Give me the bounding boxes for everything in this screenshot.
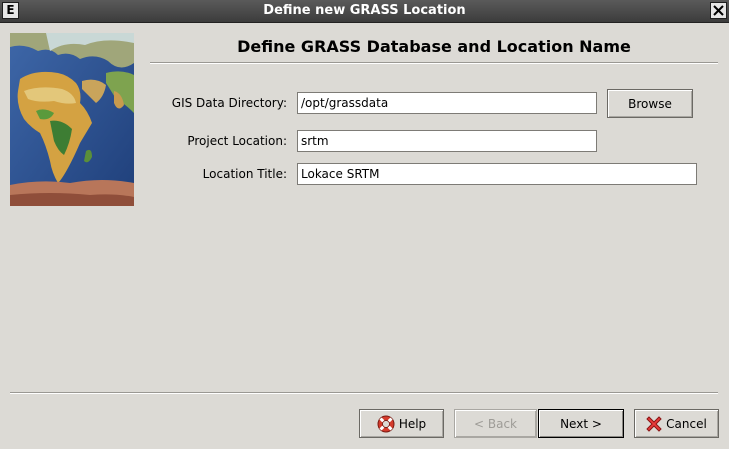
cancel-button-label: Cancel [666,416,707,431]
back-button[interactable]: < Back [454,409,537,438]
project-location-input[interactable] [297,130,597,152]
window-title: Define new GRASS Location [263,3,466,18]
location-title-label: Location Title: [202,167,287,181]
help-button-label: Help [398,416,427,431]
help-button[interactable]: Help [359,409,444,438]
browse-button[interactable]: Browse [607,89,693,118]
project-location-label: Project Location: [187,134,287,148]
close-button[interactable] [710,2,727,19]
cancel-button[interactable]: Cancel [634,409,719,438]
back-button-label: < Back [473,416,517,431]
location-title-input[interactable] [297,163,697,185]
gis-data-directory-label: GIS Data Directory: [171,96,287,110]
close-icon [713,5,724,16]
cancel-icon [646,415,662,432]
next-button-label: Next > [560,416,602,431]
world-map-image [10,33,134,206]
lifebuoy-icon [377,415,395,433]
heading-separator [150,62,718,64]
page-heading: Define GRASS Database and Location Name [237,37,631,56]
title-bar[interactable]: E Define new GRASS Location [0,0,729,23]
gis-data-directory-input[interactable] [297,92,597,114]
next-button[interactable]: Next > [538,409,624,438]
browse-button-label: Browse [628,96,672,111]
footer-separator [10,392,718,394]
